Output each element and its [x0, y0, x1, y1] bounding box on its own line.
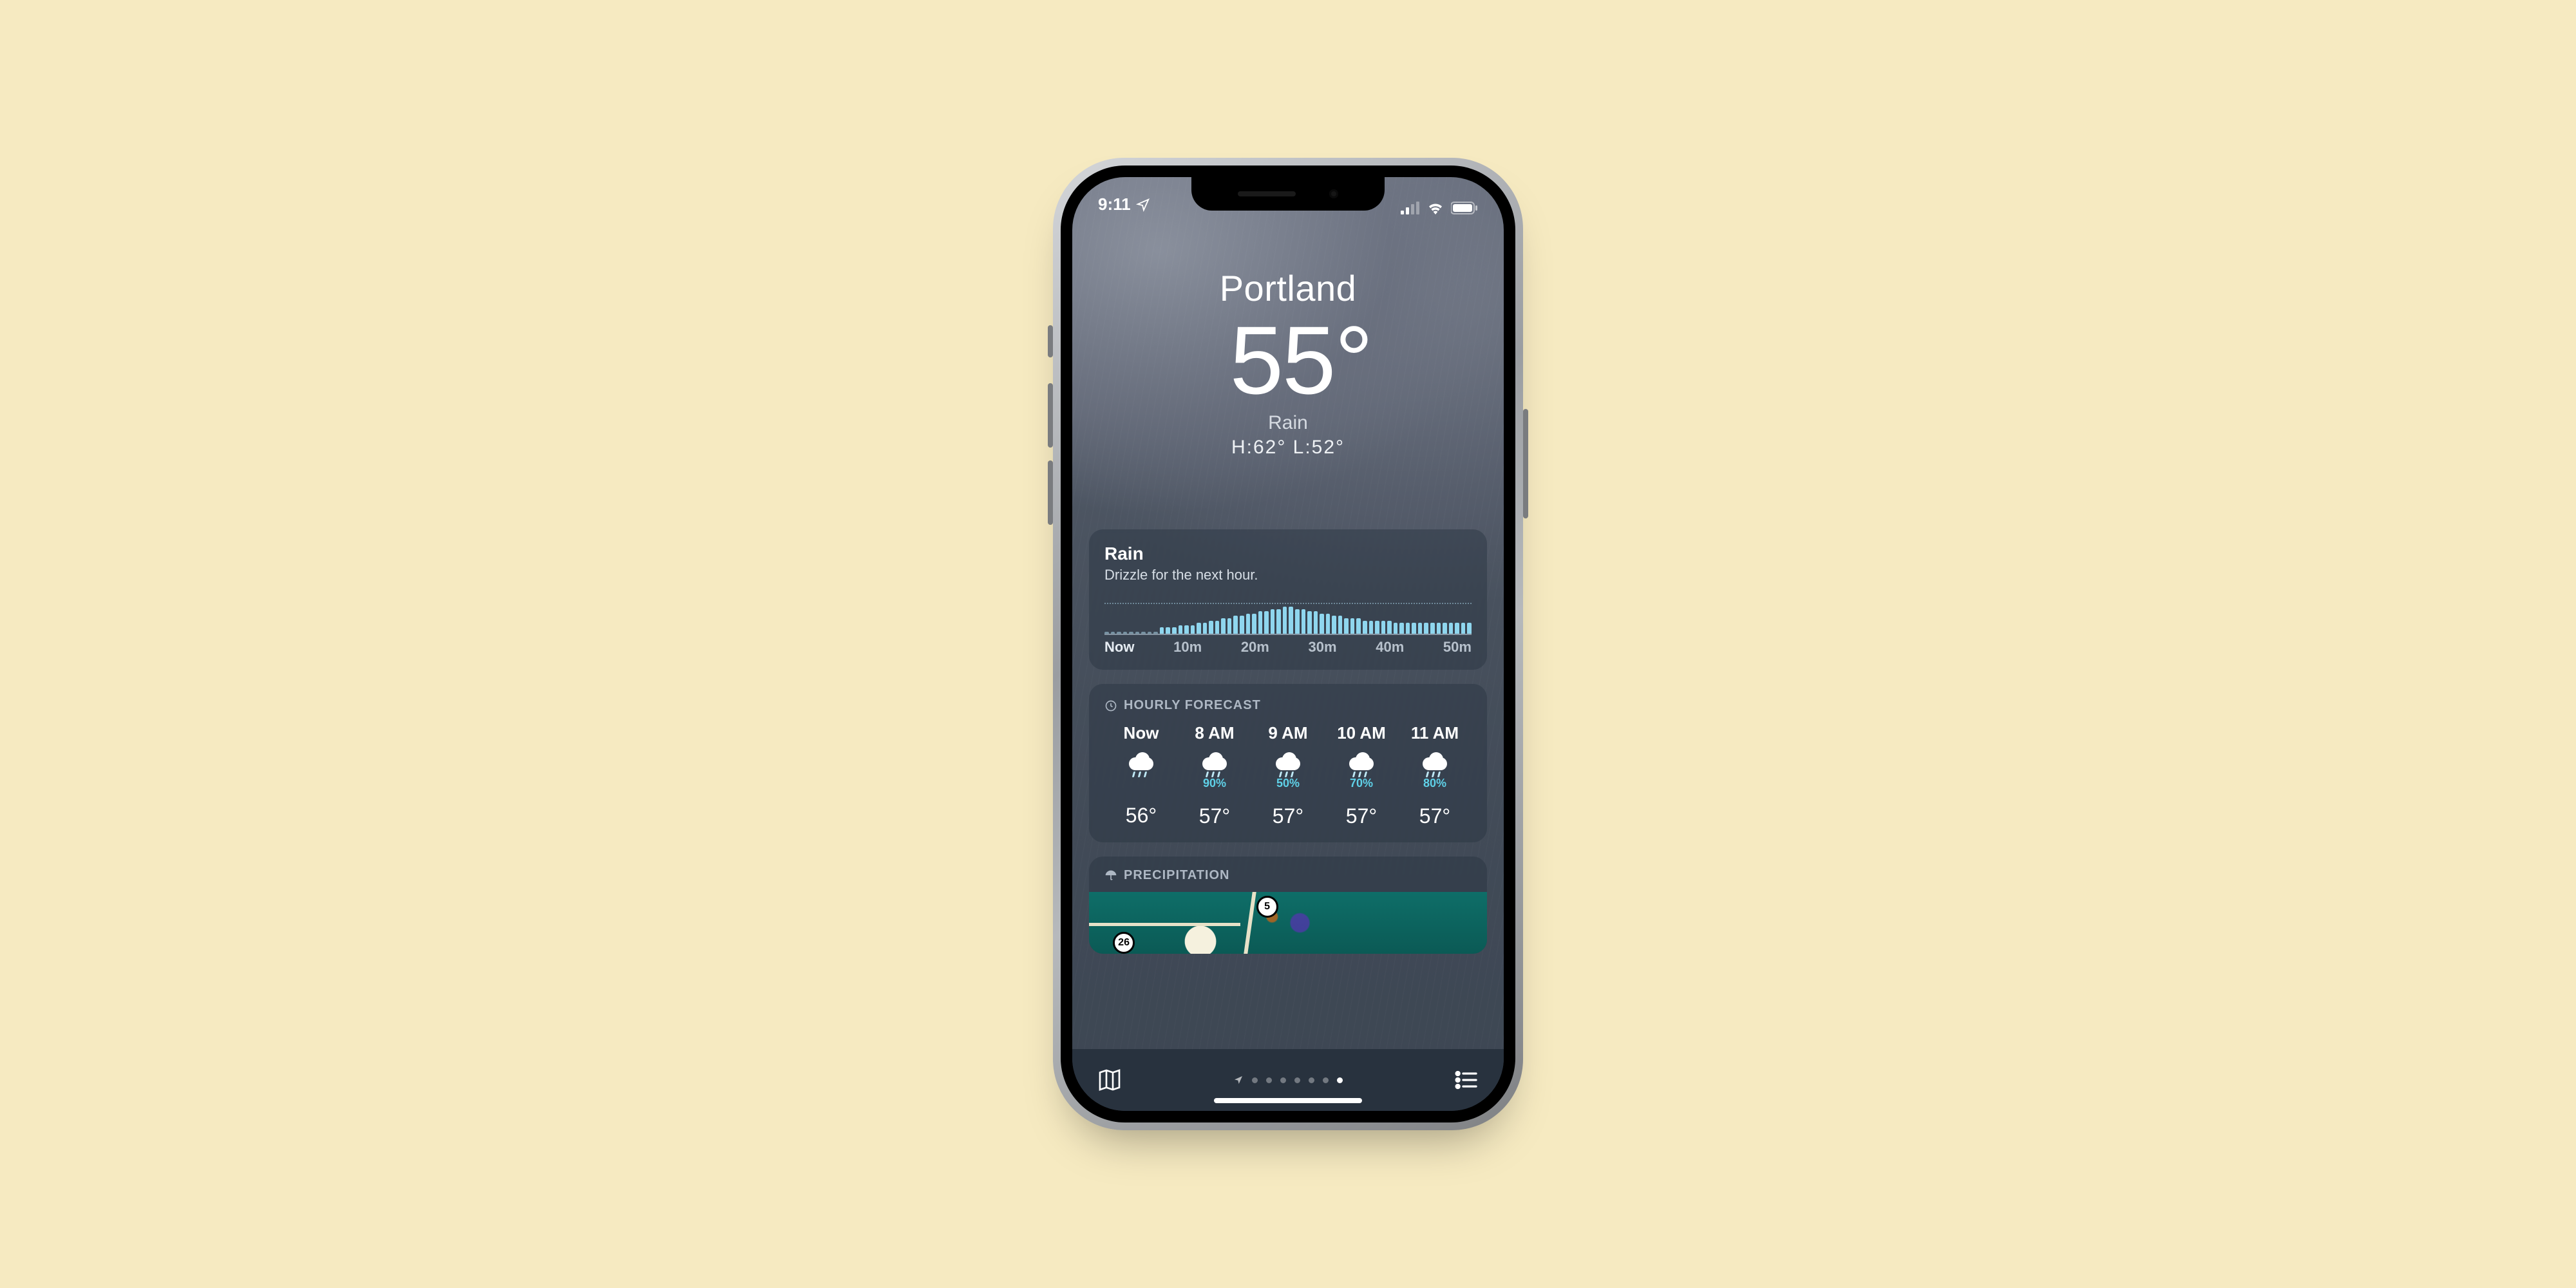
hourly-forecast-item[interactable]: 11 AM 80% 57°	[1398, 723, 1472, 828]
minute-axis-tick: 30m	[1309, 639, 1337, 656]
hour-temp: 57°	[1398, 804, 1472, 828]
power-button[interactable]	[1523, 409, 1528, 518]
home-indicator[interactable]	[1214, 1098, 1362, 1103]
map-road	[1244, 892, 1256, 954]
page-dot[interactable]	[1280, 1077, 1286, 1083]
page-dot[interactable]	[1337, 1077, 1343, 1083]
hour-temp: 56°	[1104, 804, 1178, 828]
rain-cloud-icon	[1126, 752, 1156, 774]
weather-app-screen[interactable]: 9:11 Portland 55° Rain H:62° L:52°	[1072, 177, 1504, 1111]
minute-precip-chart: Now 10m 20m 30m 40m 50m	[1104, 600, 1472, 656]
list-icon	[1454, 1067, 1479, 1093]
location-arrow-icon	[1136, 198, 1150, 212]
map-road	[1089, 923, 1240, 926]
minute-axis-tick: 20m	[1241, 639, 1269, 656]
page-dot[interactable]	[1294, 1077, 1300, 1083]
hour-time: Now	[1104, 723, 1178, 743]
page-dot[interactable]	[1252, 1077, 1258, 1083]
minute-chart-axis: Now 10m 20m 30m 40m 50m	[1104, 639, 1472, 656]
hourly-forecast-item[interactable]: 10 AM 70% 57°	[1325, 723, 1398, 828]
page-dot[interactable]	[1309, 1077, 1314, 1083]
hour-temp: 57°	[1178, 804, 1251, 828]
minute-axis-tick: 50m	[1443, 639, 1472, 656]
hour-time: 11 AM	[1398, 723, 1472, 743]
location-arrow-icon	[1233, 1075, 1244, 1085]
battery-icon	[1451, 202, 1478, 214]
hour-precip-pct: 70%	[1325, 777, 1398, 790]
hourly-forecast-card[interactable]: HOURLY FORECAST Now 56° 8 AM 90% 57° 9 AM 50% 5…	[1089, 684, 1487, 842]
wifi-icon	[1426, 202, 1444, 214]
precip-card-subtitle: Drizzle for the next hour.	[1104, 567, 1472, 583]
minute-axis-tick: 10m	[1173, 639, 1202, 656]
hour-time: 9 AM	[1251, 723, 1325, 743]
speaker-grille	[1238, 191, 1296, 196]
map-icon	[1097, 1067, 1122, 1093]
precip-card-title: Rain	[1104, 544, 1472, 564]
cellular-signal-icon	[1401, 202, 1420, 214]
front-camera	[1329, 189, 1338, 198]
display-notch	[1191, 177, 1385, 211]
route-shield-i5: 5	[1256, 896, 1278, 918]
next-hour-precip-card[interactable]: Rain Drizzle for the next hour. Now 10m 20…	[1089, 529, 1487, 670]
umbrella-icon	[1104, 869, 1117, 882]
hourly-forecast-item[interactable]: 8 AM 90% 57°	[1178, 723, 1251, 828]
high-low-label: H:62° L:52°	[1072, 437, 1504, 459]
locations-list-button[interactable]	[1454, 1067, 1479, 1093]
current-conditions: Portland 55° Rain H:62° L:52°	[1072, 216, 1504, 459]
hour-temp: 57°	[1325, 804, 1398, 828]
precipitation-map-card[interactable]: PRECIPITATION 5 26	[1089, 857, 1487, 954]
rain-cloud-icon	[1200, 752, 1229, 774]
rain-cloud-icon	[1273, 752, 1303, 774]
statusbar-time: 9:11	[1098, 194, 1131, 214]
minute-axis-tick: Now	[1104, 639, 1134, 656]
hour-temp: 57°	[1251, 804, 1325, 828]
hourly-forecast-item[interactable]: 9 AM 50% 57°	[1251, 723, 1325, 828]
volume-down-button[interactable]	[1048, 460, 1053, 525]
silence-switch[interactable]	[1048, 325, 1053, 357]
hour-precip-pct: 50%	[1251, 777, 1325, 790]
hourly-header-label: HOURLY FORECAST	[1124, 698, 1261, 713]
phone-frame: 9:11 Portland 55° Rain H:62° L:52°	[1053, 158, 1523, 1130]
clock-icon	[1104, 699, 1117, 712]
page-dot[interactable]	[1266, 1077, 1272, 1083]
volume-up-button[interactable]	[1048, 383, 1053, 448]
hour-precip-pct: 90%	[1178, 777, 1251, 790]
precip-map-header-label: PRECIPITATION	[1124, 868, 1229, 883]
hour-time: 8 AM	[1178, 723, 1251, 743]
phone-bezel: 9:11 Portland 55° Rain H:62° L:52°	[1061, 166, 1515, 1122]
rain-cloud-icon	[1420, 752, 1450, 774]
map-button[interactable]	[1097, 1067, 1122, 1093]
minute-axis-tick: 40m	[1376, 639, 1404, 656]
hourly-forecast-item[interactable]: Now 56°	[1104, 723, 1178, 828]
route-shield-26: 26	[1113, 932, 1135, 954]
page-indicator[interactable]	[1233, 1075, 1343, 1085]
hour-precip-pct: 80%	[1398, 777, 1472, 790]
rain-cloud-icon	[1347, 752, 1376, 774]
page-dot[interactable]	[1323, 1077, 1329, 1083]
condition-label: Rain	[1072, 412, 1504, 434]
precipitation-map[interactable]: 5 26	[1089, 892, 1487, 954]
current-temperature: 55°	[1072, 312, 1504, 408]
hour-precip-pct	[1104, 777, 1178, 790]
location-name: Portland	[1072, 267, 1504, 309]
hour-time: 10 AM	[1325, 723, 1398, 743]
